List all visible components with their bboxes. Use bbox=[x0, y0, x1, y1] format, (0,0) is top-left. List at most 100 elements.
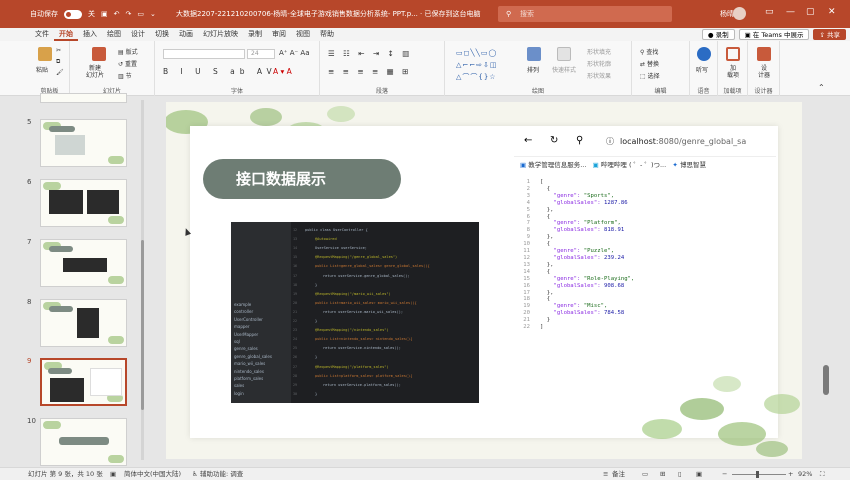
tab-1[interactable]: 开始 bbox=[54, 28, 78, 41]
font-label: 字体 bbox=[230, 88, 243, 95]
font-grow-icon[interactable]: A⁺ A⁻ Aa bbox=[279, 49, 310, 57]
format-painter-icon[interactable]: 🖌 bbox=[56, 69, 64, 76]
paste-icon[interactable] bbox=[38, 47, 52, 61]
tab-9[interactable]: 审阅 bbox=[267, 28, 291, 41]
record-button[interactable]: ● 录制 bbox=[701, 29, 735, 40]
zoom-in-icon[interactable]: + bbox=[788, 468, 793, 480]
thumbnail-scrollbar-thumb[interactable] bbox=[141, 240, 144, 410]
slide-thumbnail-7[interactable] bbox=[40, 239, 127, 287]
shape-effects-button[interactable]: 形状效果 bbox=[587, 71, 611, 80]
json-token: "genre": bbox=[540, 303, 584, 310]
addins-icon[interactable] bbox=[726, 47, 740, 61]
search-box[interactable]: 搜索 bbox=[498, 6, 672, 22]
json-line: 22] bbox=[516, 324, 634, 331]
thumbnail-scrollbar[interactable] bbox=[141, 100, 144, 460]
accessibility-icon[interactable]: ♿ bbox=[192, 468, 198, 480]
slide-thumbnail-8[interactable] bbox=[40, 299, 127, 347]
autosave-toggle[interactable] bbox=[64, 9, 82, 19]
minimize-icon[interactable]: — bbox=[786, 7, 795, 17]
teams-present-button[interactable]: ▣ 在 Teams 中展示 bbox=[738, 29, 810, 40]
fit-slide-icon[interactable]: ⛶ bbox=[820, 468, 825, 480]
list-buttons[interactable]: ☰ ☷ ⇤ ⇥ ↕ ▥ bbox=[328, 49, 412, 58]
canvas-scrollbar-thumb[interactable] bbox=[823, 365, 829, 395]
tab-7[interactable]: 幻灯片放映 bbox=[198, 28, 243, 41]
select-button[interactable]: ⬚ 选择 bbox=[640, 71, 660, 80]
font-color-icon[interactable]: A ▾ A bbox=[273, 67, 292, 76]
maximize-icon[interactable]: ▢ bbox=[806, 7, 815, 17]
shape-fill-button[interactable]: 形状填充 bbox=[587, 47, 611, 56]
customize-qat-icon[interactable]: ⌄ bbox=[150, 10, 156, 18]
language-indicator[interactable]: 简体中文(中国大陆) bbox=[124, 468, 181, 480]
accessibility-status[interactable]: 辅助功能: 调查 bbox=[200, 468, 243, 480]
normal-view-icon[interactable]: ▭ bbox=[642, 468, 648, 480]
tab-0[interactable]: 文件 bbox=[30, 28, 54, 41]
slideshow-icon[interactable]: ▣ bbox=[696, 468, 702, 480]
addins-button[interactable]: 加 载项 bbox=[727, 65, 739, 79]
tab-11[interactable]: 帮助 bbox=[315, 28, 339, 41]
slide-thumbnail-5[interactable] bbox=[40, 119, 127, 167]
notes-icon[interactable]: ≡ bbox=[603, 468, 608, 480]
new-slide-icon[interactable] bbox=[92, 47, 106, 61]
shapes-gallery[interactable]: ▭◻╲╲▭◯ △⌐⌐⇨⇩◫ △⌒⌒{}☆ bbox=[456, 47, 516, 83]
find-button[interactable]: ⚲ 查找 bbox=[640, 47, 658, 56]
json-token: 784.58 bbox=[604, 310, 625, 317]
section-button[interactable]: ▥ 节 bbox=[118, 71, 132, 80]
slide-thumbnail-9[interactable] bbox=[40, 358, 127, 406]
json-token: "Misc", bbox=[583, 303, 608, 310]
new-slide-button[interactable]: 新建 幻灯片 bbox=[86, 65, 104, 79]
save-icon[interactable]: ▣ bbox=[101, 10, 108, 18]
json-line: 12 "globalSales": 239.24 bbox=[516, 255, 634, 262]
quick-styles-button[interactable]: 快速样式 bbox=[552, 65, 576, 74]
zoom-level[interactable]: 92% bbox=[798, 468, 812, 480]
slide-thumbnail-10[interactable] bbox=[40, 418, 127, 466]
tab-10[interactable]: 视图 bbox=[291, 28, 315, 41]
canvas-scrollbar[interactable] bbox=[822, 97, 832, 467]
designer-icon[interactable] bbox=[757, 47, 771, 61]
user-name[interactable]: 杨晴 bbox=[720, 9, 734, 19]
font-size-select[interactable]: 24 bbox=[247, 49, 275, 59]
tab-3[interactable]: 绘图 bbox=[102, 28, 126, 41]
arrange-button[interactable]: 排列 bbox=[527, 65, 539, 74]
present-icon[interactable]: ▭ bbox=[137, 10, 144, 18]
close-icon[interactable]: ✕ bbox=[828, 7, 836, 17]
collapse-ribbon-icon[interactable]: ⌃ bbox=[818, 83, 825, 92]
paste-button[interactable]: 粘贴 bbox=[36, 65, 48, 74]
cut-icon[interactable]: ✂ bbox=[56, 47, 61, 54]
spellcheck-icon[interactable]: ▣ bbox=[110, 468, 116, 480]
slide-sorter-icon[interactable]: ⊞ bbox=[660, 468, 665, 480]
reset-button[interactable]: ↺ 重置 bbox=[118, 59, 137, 68]
microphone-icon[interactable] bbox=[697, 47, 711, 61]
slide-title[interactable]: 接口数据展示 bbox=[203, 159, 401, 199]
shape-outline-button[interactable]: 形状轮廓 bbox=[587, 59, 611, 68]
replace-button[interactable]: ⇄ 替换 bbox=[640, 59, 659, 68]
current-slide[interactable]: 接口数据展示 example controller UserController ma… bbox=[166, 102, 802, 459]
zoom-slider-thumb[interactable] bbox=[756, 471, 759, 478]
tab-6[interactable]: 动画 bbox=[174, 28, 198, 41]
avatar[interactable] bbox=[733, 7, 746, 20]
slide-thumbnail-4[interactable] bbox=[40, 93, 127, 103]
tab-8[interactable]: 录制 bbox=[243, 28, 267, 41]
dictate-button[interactable]: 听写 bbox=[696, 65, 708, 74]
tab-5[interactable]: 切换 bbox=[150, 28, 174, 41]
align-buttons[interactable]: ≡ ≡ ≡ ≡ ▦ ⊞ bbox=[328, 67, 411, 76]
quick-styles-icon[interactable] bbox=[557, 47, 571, 61]
slide-thumbnail-6[interactable] bbox=[40, 179, 127, 227]
undo-icon[interactable]: ↶ bbox=[114, 10, 120, 18]
font-format-buttons[interactable]: B I U S ab AV bbox=[163, 67, 277, 76]
json-token: { bbox=[540, 296, 551, 303]
redo-icon[interactable]: ↷ bbox=[126, 10, 132, 18]
share-button[interactable]: ⇪ 共享 bbox=[813, 29, 846, 40]
zoom-out-icon[interactable]: − bbox=[722, 468, 727, 480]
reading-view-icon[interactable]: ▯ bbox=[678, 468, 682, 480]
zoom-slider[interactable] bbox=[732, 474, 786, 475]
arrange-icon[interactable] bbox=[527, 47, 541, 61]
copy-icon[interactable]: ⧉ bbox=[56, 58, 60, 66]
layout-button[interactable]: ▤ 版式 bbox=[118, 47, 138, 56]
font-name-select[interactable] bbox=[163, 49, 245, 59]
tab-2[interactable]: 插入 bbox=[78, 28, 102, 41]
line-number: 17 bbox=[523, 289, 530, 296]
tab-4[interactable]: 设计 bbox=[126, 28, 150, 41]
designer-button[interactable]: 设 计器 bbox=[758, 65, 770, 79]
notes-button[interactable]: 备注 bbox=[612, 468, 625, 480]
ribbon-options-icon[interactable]: ▭ bbox=[765, 7, 774, 17]
